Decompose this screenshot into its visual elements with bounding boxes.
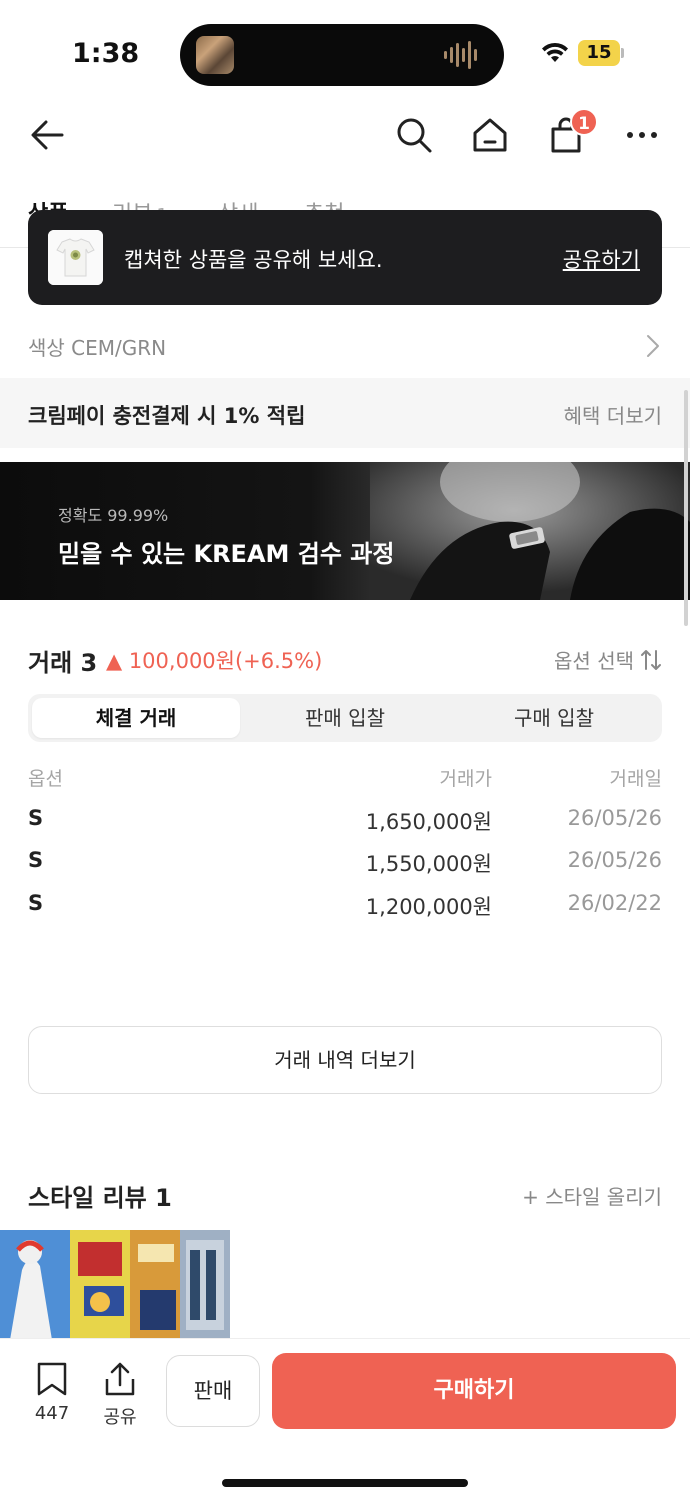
audio-wave-icon (444, 41, 477, 69)
more-horizontal-icon (627, 132, 657, 138)
banner-subtitle: 정확도 99.99% (58, 506, 169, 525)
row-option: S (28, 891, 44, 915)
option-select-button[interactable]: 옵션 선택 (554, 645, 662, 674)
home-indicator (222, 1479, 468, 1487)
trade-history-more-button[interactable]: 거래 내역 더보기 (28, 1026, 662, 1094)
scroll-indicator (684, 390, 688, 626)
row-date: 26/05/26 (567, 848, 662, 872)
sort-arrows-icon (641, 649, 661, 670)
row-price: 1,200,000원 (365, 895, 492, 919)
bookmark-icon (37, 1362, 67, 1396)
benefit-text: 크림페이 충전결제 시 1% 적립 (28, 404, 306, 428)
color-option-label: 색상 CEM/GRN (28, 336, 167, 360)
row-option: S (28, 848, 44, 872)
share-toast: 캡쳐한 상품을 공유해 보세요. 공유하기 (28, 210, 662, 305)
table-row: S 1,550,000원 26/05/26 (0, 848, 690, 884)
table-row: S 1,650,000원 26/05/26 (0, 806, 690, 842)
share-label: 공유 (103, 1407, 137, 1428)
style-review-title: 스타일 리뷰 1 (28, 1184, 172, 1212)
top-nav: 1 (0, 100, 690, 170)
dynamic-island[interactable] (180, 24, 504, 86)
style-review-image[interactable] (0, 1230, 230, 1340)
column-price: 거래가 (439, 768, 492, 790)
column-option: 옵션 (28, 768, 63, 790)
trades-title: 거래 3 (28, 649, 98, 677)
sell-button[interactable]: 판매 (166, 1355, 260, 1427)
price-change: ▲ 100,000원(+6.5%) (106, 649, 323, 673)
more-options-button[interactable] (620, 113, 664, 157)
banner-title: 믿을 수 있는 KREAM 검수 과정 (58, 540, 395, 568)
now-playing-artwork (196, 36, 234, 74)
tshirt-image (48, 230, 103, 285)
segment-buy-bids[interactable]: 구매 입찰 (450, 698, 658, 738)
option-select-label: 옵션 선택 (554, 649, 634, 673)
home-button[interactable] (468, 113, 512, 157)
chevron-right-icon (647, 335, 659, 357)
bookmark-button[interactable]: 447 (27, 1361, 77, 1424)
row-date: 26/05/26 (567, 806, 662, 830)
inspection-banner[interactable]: 정확도 99.99% 믿을 수 있는 KREAM 검수 과정 (0, 462, 690, 600)
column-date: 거래일 (609, 768, 662, 790)
share-button[interactable]: 공유 (95, 1361, 145, 1429)
product-thumbnail (48, 230, 103, 285)
style-upload-link[interactable]: + 스타일 올리기 (522, 1181, 662, 1210)
status-bar: 1:38 15 (0, 0, 690, 100)
share-icon (105, 1362, 135, 1396)
trade-type-segmented-control: 체결 거래 판매 입찰 구매 입찰 (28, 694, 662, 742)
row-price: 1,550,000원 (365, 852, 492, 876)
table-row: S 1,200,000원 26/02/22 (0, 891, 690, 927)
banner-image (370, 462, 690, 600)
status-time: 1:38 (72, 38, 140, 69)
trades-table-header: 옵션 거래가 거래일 (0, 764, 690, 794)
row-date: 26/02/22 (567, 891, 662, 915)
arrow-left-icon (31, 120, 64, 150)
color-option-row[interactable]: 색상 CEM/GRN (0, 314, 690, 374)
row-price: 1,650,000원 (365, 810, 492, 834)
segment-completed-trades[interactable]: 체결 거래 (32, 698, 240, 738)
bottom-action-bar: 447 공유 판매 구매하기 (0, 1338, 690, 1500)
cart-count-badge: 1 (570, 108, 598, 136)
wifi-icon (542, 42, 568, 62)
bookmark-count: 447 (34, 1403, 70, 1424)
trades-header: 거래 3 ▲ 100,000원(+6.5%) 옵션 선택 (0, 640, 690, 680)
back-button[interactable] (26, 113, 70, 157)
battery-indicator: 15 (578, 40, 624, 66)
toast-message: 캡쳐한 상품을 공유해 보세요. (124, 248, 383, 272)
benefit-bar[interactable]: 크림페이 충전결제 시 1% 적립 혜택 더보기 (0, 378, 690, 448)
share-link[interactable]: 공유하기 (563, 244, 640, 274)
search-icon (397, 118, 432, 153)
buy-button[interactable]: 구매하기 (272, 1353, 676, 1429)
segment-sell-bids[interactable]: 판매 입찰 (241, 698, 449, 738)
street-photo (0, 1230, 230, 1340)
battery-level: 15 (586, 42, 612, 63)
home-icon (473, 118, 507, 152)
search-button[interactable] (392, 113, 436, 157)
row-option: S (28, 806, 44, 830)
benefit-more-link[interactable]: 혜택 더보기 (564, 400, 662, 429)
